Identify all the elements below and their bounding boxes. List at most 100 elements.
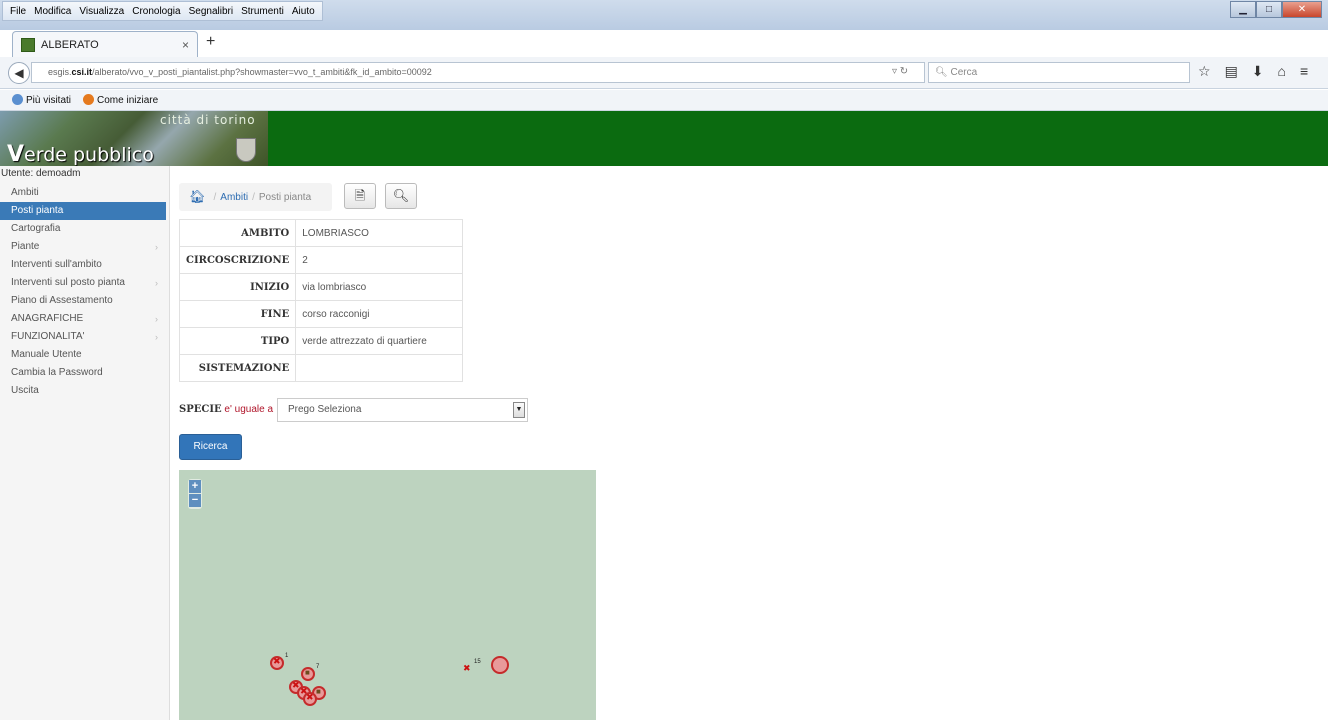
table-row: SISTEMAZIONE — [178, 354, 464, 382]
chevron-right-icon: › — [155, 332, 158, 342]
close-window-button[interactable]: ✕ — [1282, 1, 1322, 18]
sidebar-item-label: Posti pianta — [11, 205, 64, 216]
minimize-button[interactable]: ▁ — [1230, 1, 1256, 18]
breadcrumb-separator: / — [213, 191, 217, 203]
close-tab-icon[interactable]: × — [182, 38, 189, 52]
search-input[interactable]: 🔍︎ Cerca — [928, 62, 1190, 83]
field-value-ambito: LOMBRIASCO — [295, 219, 464, 247]
tree-marker[interactable] — [491, 656, 509, 674]
sidebar-item-piano-assestamento[interactable]: Piano di Assestamento — [0, 292, 166, 310]
bookmarks-list-icon[interactable]: ▤ — [1225, 63, 1238, 80]
breadcrumb: 🏠︎ / Ambiti / Posti pianta — [179, 183, 332, 211]
back-arrow-icon[interactable]: ◀ — [8, 62, 30, 84]
sidebar-item-cartografia[interactable]: Cartografia — [0, 220, 166, 238]
breadcrumb-current: Posti pianta — [258, 191, 312, 203]
breadcrumb-link-ambiti[interactable]: Ambiti — [220, 192, 248, 203]
zoom-out-button[interactable]: − — [189, 494, 201, 507]
filter-operator: e' uguale a — [224, 404, 274, 415]
url-host-domain: csi.it — [71, 67, 93, 77]
sidebar-item-piante[interactable]: Piante › — [0, 238, 166, 256]
menu-visualizza[interactable]: Visualizza — [76, 6, 127, 17]
url-path: /alberato/vvo_v_posti_piantalist.php?sho… — [92, 67, 432, 77]
chevron-right-icon: › — [155, 314, 158, 324]
menu-bar: File Modifica Visualizza Cronologia Segn… — [2, 1, 323, 21]
menu-strumenti[interactable]: Strumenti — [238, 6, 287, 17]
chevron-right-icon: › — [155, 278, 158, 288]
home-icon[interactable]: 🏠︎ — [189, 189, 206, 205]
specie-select-value: Prego Seleziona — [288, 404, 362, 415]
menu-aiuto[interactable]: Aiuto — [289, 6, 318, 17]
specie-filter-label: SPECIE e' uguale a — [179, 404, 273, 415]
marker-label: 7 — [316, 664, 320, 670]
chevron-right-icon: › — [155, 242, 158, 252]
table-row: CIRCOSCRIZIONE 2 — [178, 246, 464, 274]
sidebar-item-interventi-ambito[interactable]: Interventi sull'ambito — [0, 256, 166, 274]
specie-select[interactable]: Prego Seleziona ▼ — [277, 398, 528, 422]
maximize-button[interactable]: □ — [1256, 1, 1282, 18]
download-icon[interactable]: ⬇ — [1252, 63, 1264, 80]
sidebar-item-funzionalita[interactable]: FUNZIONALITA' › — [0, 328, 166, 346]
field-label-ambito: AMBITO — [178, 219, 297, 247]
bookmark-label: Più visitati — [26, 95, 72, 106]
url-bar[interactable]: esgis.csi.it/alberato/vvo_v_posti_pianta… — [31, 62, 925, 83]
menu-modifica[interactable]: Modifica — [31, 6, 74, 17]
bookmark-piu-visitati[interactable]: Più visitati — [12, 94, 71, 106]
table-row: TIPO verde attrezzato di quartiere — [178, 327, 464, 355]
sidebar-item-label: Piante — [11, 241, 40, 252]
sidebar-item-ambiti[interactable]: Ambiti — [0, 184, 166, 202]
site-header: città di torino Verde pubblico — [0, 111, 1328, 167]
map-view[interactable]: + − 1 7 ✖ 15 — [179, 470, 596, 720]
menu-segnalibri[interactable]: Segnalibri — [186, 6, 236, 17]
bookmark-come-iniziare[interactable]: Come iniziare — [83, 94, 158, 106]
bookmark-star-icon[interactable]: ☆ — [1198, 63, 1211, 80]
sidebar-item-label: Piano di Assestamento — [11, 295, 113, 306]
sidebar-item-interventi-posto-pianta[interactable]: Interventi sul posto pianta › — [0, 274, 166, 292]
field-value-tipo: verde attrezzato di quartiere — [295, 327, 464, 355]
sidebar-item-uscita[interactable]: Uscita — [0, 382, 166, 400]
new-tab-icon[interactable]: + — [206, 33, 215, 51]
breadcrumb-separator: / — [252, 191, 255, 203]
bookmark-label: Come iniziare — [97, 95, 159, 106]
document-icon: 🗎 — [354, 188, 366, 203]
bookmarks-bar: Più visitati Come iniziare — [0, 90, 1328, 111]
marker-label: 1 — [285, 653, 289, 659]
field-label-circoscrizione: CIRCOSCRIZIONE — [178, 246, 297, 274]
tree-marker[interactable] — [301, 667, 315, 681]
zoom-in-button[interactable]: + — [189, 480, 201, 493]
sidebar-item-label: Uscita — [11, 385, 39, 396]
hamburger-menu-icon[interactable]: ≡ — [1300, 63, 1308, 80]
menu-cronologia[interactable]: Cronologia — [129, 6, 183, 17]
marker-label: 15 — [474, 659, 481, 665]
sidebar-item-posti-pianta[interactable]: Posti pianta — [0, 202, 166, 220]
url-host-prefix: esgis. — [48, 67, 72, 77]
tree-marker[interactable] — [270, 656, 284, 670]
sidebar-item-label: Ambiti — [11, 187, 39, 198]
advanced-search-button[interactable]: 🔍︎ — [385, 183, 417, 209]
sidebar-item-label: ANAGRAFICHE — [11, 313, 84, 324]
bookmark-folder-icon — [12, 94, 23, 105]
table-row: AMBITO LOMBRIASCO — [178, 219, 464, 247]
user-label: Utente: demoadm — [1, 168, 81, 179]
menu-file[interactable]: File — [7, 6, 29, 17]
field-label-fine: FINE — [178, 300, 297, 328]
site-title: Verde pubblico — [7, 142, 154, 167]
reload-icon[interactable]: ▿ ↻ — [892, 66, 908, 77]
field-value-circoscrizione: 2 — [295, 246, 464, 274]
dead-tree-marker-icon[interactable]: ✖ — [463, 663, 471, 674]
ricerca-button[interactable]: Ricerca — [179, 434, 242, 460]
search-placeholder: Cerca — [950, 67, 978, 78]
sidebar-item-cambia-password[interactable]: Cambia la Password — [0, 364, 166, 382]
sidebar-item-anagrafiche[interactable]: ANAGRAFICHE › — [0, 310, 166, 328]
home-icon[interactable]: ⌂ — [1278, 63, 1286, 80]
window-controls: ▁ □ ✕ — [1230, 1, 1322, 18]
sidebar-item-label: Interventi sull'ambito — [11, 259, 102, 270]
master-record-table: AMBITO LOMBRIASCO CIRCOSCRIZIONE 2 INIZI… — [178, 219, 464, 382]
tab-title: ALBERATO — [41, 38, 99, 51]
sidebar-menu: Ambiti Posti pianta Cartografia Piante › … — [0, 184, 166, 400]
favicon-icon — [21, 37, 35, 52]
tab-alberato[interactable]: ALBERATO × — [12, 31, 198, 57]
export-button[interactable]: 🗎 — [344, 183, 376, 209]
sidebar-item-manuale-utente[interactable]: Manuale Utente — [0, 346, 166, 364]
chevron-down-icon[interactable]: ▼ — [513, 402, 525, 418]
tree-marker[interactable] — [303, 692, 317, 706]
